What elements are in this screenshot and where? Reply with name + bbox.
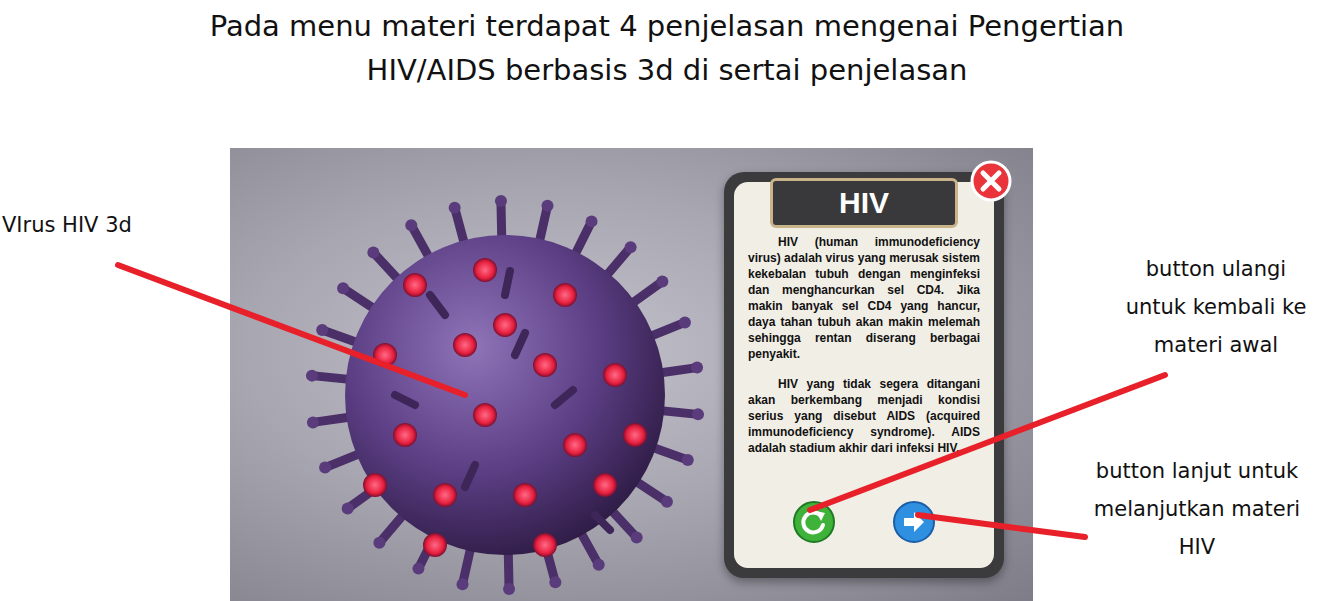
spike-tip-icon bbox=[679, 316, 691, 328]
spike-icon bbox=[648, 322, 685, 337]
spike-icon bbox=[505, 271, 510, 295]
annotation-line: untuk kembali ke bbox=[1100, 288, 1332, 326]
spike-icon bbox=[605, 247, 631, 277]
annotation-line: HIV bbox=[1062, 528, 1332, 566]
replay-button[interactable] bbox=[792, 500, 836, 544]
spot-icon bbox=[363, 473, 387, 497]
spike-icon bbox=[313, 417, 353, 423]
spike-icon bbox=[430, 295, 445, 315]
spot-icon bbox=[473, 403, 497, 427]
spike-tip-icon bbox=[319, 462, 331, 474]
spot-icon bbox=[533, 533, 557, 557]
spike-tip-icon bbox=[373, 537, 385, 549]
spike-tip-icon bbox=[631, 532, 643, 544]
spike-icon bbox=[465, 465, 475, 487]
spot-icon bbox=[423, 533, 447, 557]
info-panel: HIV (human immunodeficiency virus) adala… bbox=[724, 172, 1004, 578]
spot-icon bbox=[533, 353, 557, 377]
spike-tip-icon bbox=[503, 583, 515, 595]
spike-icon bbox=[630, 281, 662, 304]
panel-paper: HIV (human immunodeficiency virus) adala… bbox=[734, 182, 994, 568]
spike-tip-icon bbox=[412, 563, 424, 575]
spike-tip-icon bbox=[656, 275, 668, 287]
annotation-line: melanjutkan materi bbox=[1062, 490, 1332, 528]
spike-icon bbox=[595, 515, 610, 530]
spike-icon bbox=[463, 545, 472, 584]
virus-body-icon bbox=[345, 235, 665, 555]
panel-buttons bbox=[748, 500, 980, 558]
title-line: HIV/AIDS berbasis 3d di sertai penjelasa… bbox=[367, 48, 968, 92]
panel-paragraph: HIV yang tidak segera ditangani akan ber… bbox=[748, 376, 980, 456]
spike-icon bbox=[411, 225, 430, 260]
arrowhead-icon bbox=[816, 511, 825, 521]
spike-icon bbox=[555, 390, 573, 405]
page-title: Pada menu materi terdapat 4 penjelasan m… bbox=[0, 0, 1334, 148]
annotation-label: VIrus HIV 3d bbox=[2, 206, 132, 244]
arrow-right-icon bbox=[904, 512, 924, 532]
pointer-line bbox=[918, 515, 1085, 537]
spike-tip-icon bbox=[549, 576, 561, 588]
spike-tip-icon bbox=[306, 370, 318, 382]
spike-tip-icon bbox=[449, 202, 461, 214]
spike-tip-icon bbox=[457, 578, 469, 590]
spot-icon bbox=[373, 343, 397, 367]
spot-icon bbox=[403, 273, 427, 297]
spot-icon bbox=[563, 433, 587, 457]
hiv-virus-icon bbox=[230, 148, 724, 601]
spike-icon bbox=[658, 410, 698, 414]
annotation-label: button ulangiuntuk kembali kemateri awal bbox=[1100, 250, 1332, 364]
spot-icon bbox=[603, 363, 627, 387]
spike-icon bbox=[650, 447, 688, 460]
spot-icon bbox=[493, 313, 517, 337]
annotation-label: button lanjut untukmelanjutkan materiHIV bbox=[1062, 452, 1332, 566]
spot-icon bbox=[433, 483, 457, 507]
spike-tip-icon bbox=[541, 200, 553, 212]
spike-tip-icon bbox=[625, 241, 637, 253]
panel-title: HIV bbox=[770, 178, 958, 228]
spike-tip-icon bbox=[593, 559, 605, 571]
spike-tip-icon bbox=[586, 215, 598, 227]
spike-tip-icon bbox=[307, 416, 319, 428]
replay-bg-icon bbox=[794, 502, 834, 542]
spot-icon bbox=[453, 333, 477, 357]
annotation-line: button ulangi bbox=[1100, 250, 1332, 288]
pointer-line bbox=[810, 375, 1165, 510]
next-button[interactable] bbox=[892, 500, 936, 544]
spike-icon bbox=[657, 368, 697, 374]
spike-tip-icon bbox=[316, 324, 328, 336]
spike-tip-icon bbox=[405, 219, 417, 231]
spot-icon bbox=[513, 483, 537, 507]
spot-icon bbox=[473, 258, 497, 282]
spot-icon bbox=[593, 473, 617, 497]
title-line: Pada menu materi terdapat 4 penjelasan m… bbox=[210, 4, 1125, 48]
annotation-line: VIrus HIV 3d bbox=[2, 206, 132, 244]
spike-tip-icon bbox=[367, 246, 379, 258]
annotation-line: button lanjut untuk bbox=[1062, 452, 1332, 490]
spike-tip-icon bbox=[495, 195, 507, 207]
spike-tip-icon bbox=[691, 362, 703, 374]
spike-tip-icon bbox=[337, 282, 349, 294]
annotation-line: materi awal bbox=[1100, 326, 1332, 364]
pointer-line bbox=[118, 265, 465, 395]
spot-icon bbox=[553, 283, 577, 307]
spike-tip-icon bbox=[342, 503, 354, 515]
spike-tip-icon bbox=[682, 454, 694, 466]
app-screenshot: HIV (human immunodeficiency virus) adala… bbox=[230, 148, 1033, 601]
spike-tip-icon bbox=[661, 496, 673, 508]
close-bg-icon bbox=[972, 162, 1010, 200]
next-bg-icon bbox=[894, 502, 934, 542]
spot-icon bbox=[393, 423, 417, 447]
spike-icon bbox=[515, 333, 525, 355]
x-icon bbox=[983, 173, 999, 189]
spike-icon bbox=[395, 395, 415, 405]
panel-paragraph: HIV (human immunodeficiency virus) adala… bbox=[748, 234, 980, 362]
close-button[interactable] bbox=[970, 160, 1012, 202]
spot-icon bbox=[623, 423, 647, 447]
spike-tip-icon bbox=[692, 408, 704, 420]
